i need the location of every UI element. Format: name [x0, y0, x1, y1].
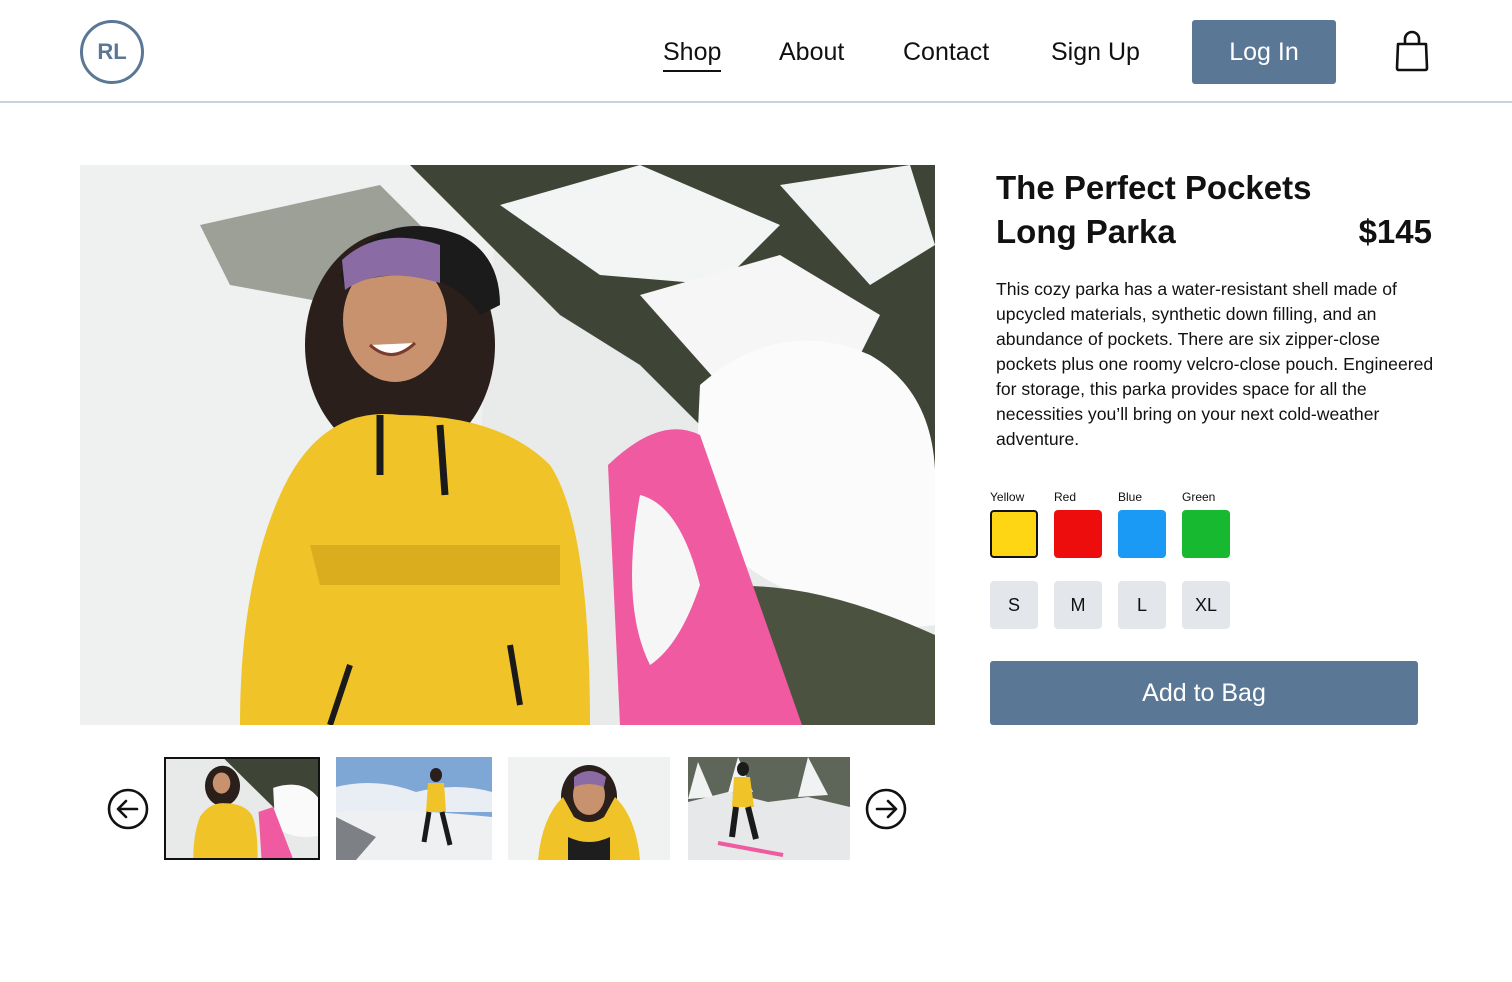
logo[interactable]: RL	[80, 20, 144, 84]
product-price: $145	[1358, 213, 1432, 250]
product-description: This cozy parka has a water-resistant sh…	[996, 279, 1434, 449]
login-button[interactable]: Log In	[1192, 20, 1336, 84]
size-option-l[interactable]: L	[1118, 581, 1166, 629]
prev-image-button[interactable]	[107, 788, 149, 830]
color-swatch-yellow[interactable]	[990, 510, 1038, 558]
size-option-m[interactable]: M	[1054, 581, 1102, 629]
thumbnail-1[interactable]	[164, 757, 320, 860]
nav-sign-up[interactable]: Sign Up	[1051, 36, 1140, 68]
logo-text: RL	[97, 39, 127, 64]
color-swatch-green[interactable]	[1182, 510, 1230, 558]
color-label-red: Red	[1054, 490, 1077, 504]
size-option-s[interactable]: S	[990, 581, 1038, 629]
nav-shop[interactable]: Shop	[663, 36, 722, 72]
arrow-right-circle-icon	[865, 788, 907, 830]
thumbnail-2[interactable]	[336, 757, 492, 860]
nav-about[interactable]: About	[779, 36, 844, 68]
nav-contact[interactable]: Contact	[903, 36, 989, 68]
color-label-yellow: Yellow	[990, 490, 1025, 504]
color-swatch-blue[interactable]	[1118, 510, 1166, 558]
color-label-green: Green	[1182, 490, 1216, 504]
thumbnail-4[interactable]	[688, 757, 850, 860]
add-to-bag-button[interactable]: Add to Bag	[990, 661, 1418, 725]
shopping-bag-icon[interactable]	[1394, 30, 1430, 72]
thumbnail-3[interactable]	[508, 757, 670, 860]
arrow-left-circle-icon	[107, 788, 149, 830]
color-swatch-red[interactable]	[1054, 510, 1102, 558]
color-label-blue: Blue	[1118, 490, 1143, 504]
next-image-button[interactable]	[865, 788, 907, 830]
size-option-xl[interactable]: XL	[1182, 581, 1230, 629]
site-header: RL Shop About Contact Sign Up Log In	[0, 0, 1512, 103]
product-main-image	[80, 165, 935, 725]
